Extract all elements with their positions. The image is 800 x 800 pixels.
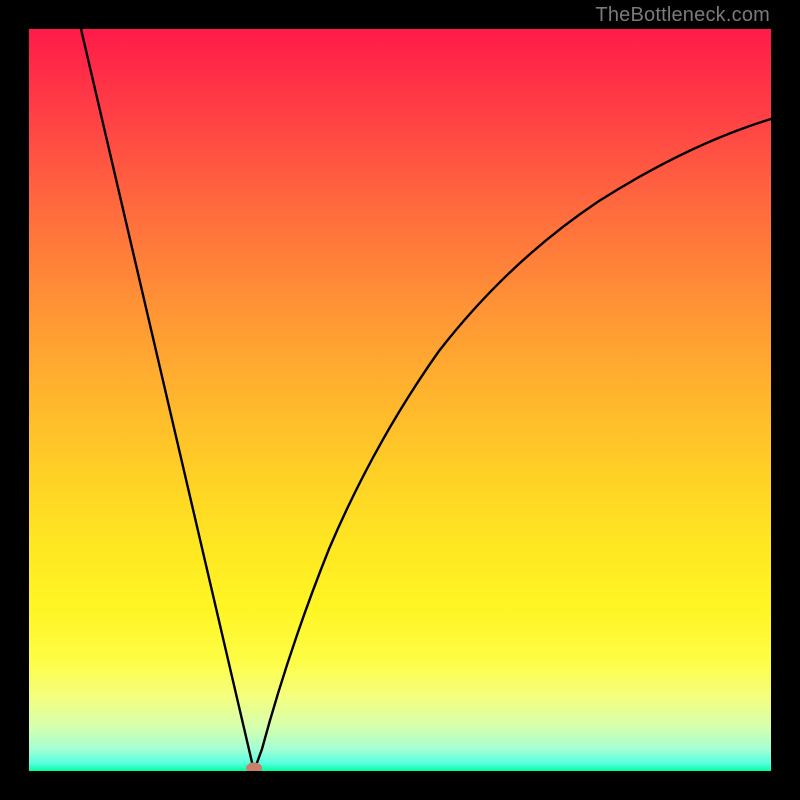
plot-area xyxy=(29,29,771,771)
chart-frame: TheBottleneck.com xyxy=(0,0,800,800)
curve-right-segment xyxy=(254,119,771,771)
curve-left-segment xyxy=(81,29,254,771)
curve-layer xyxy=(29,29,771,771)
minimum-marker xyxy=(246,763,262,772)
watermark-label: TheBottleneck.com xyxy=(595,4,770,27)
